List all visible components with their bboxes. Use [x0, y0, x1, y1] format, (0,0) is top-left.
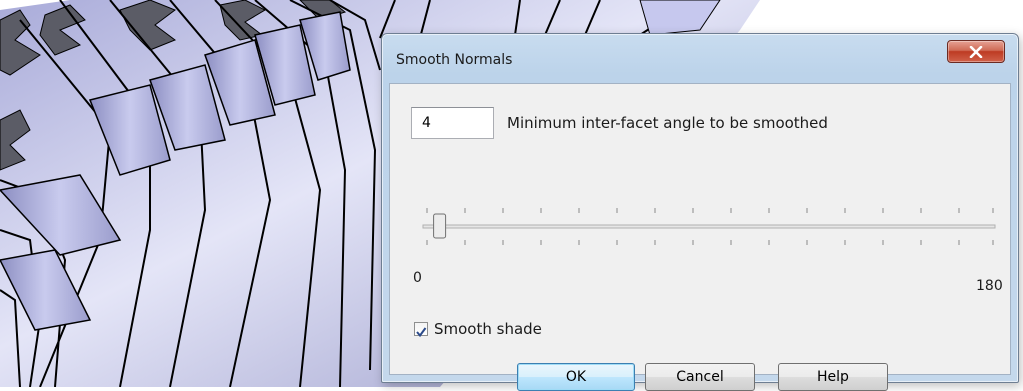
slider-min-label: 0 — [413, 270, 422, 286]
angle-input[interactable]: 4 — [411, 107, 494, 139]
close-button[interactable] — [947, 40, 1005, 63]
angle-label: Minimum inter-facet angle to be smoothed — [507, 114, 828, 132]
checkmark-icon — [416, 327, 427, 338]
slider-ticks-top — [426, 208, 994, 213]
slider-track — [422, 224, 996, 229]
slider-max-label: 180 — [976, 278, 1003, 294]
slider-thumb[interactable] — [433, 213, 447, 239]
dialog-client-area: 4 Minimum inter-facet angle to be smooth… — [389, 83, 1011, 391]
smooth-normals-dialog: Smooth Normals 4 Minimum inter-facet ang… — [381, 33, 1019, 391]
dialog-title: Smooth Normals — [396, 52, 513, 68]
smooth-shade-label: Smooth shade — [434, 320, 542, 338]
smooth-shade-checkbox[interactable] — [414, 322, 428, 338]
close-x-icon — [969, 45, 983, 58]
slider-ticks-bottom — [426, 240, 994, 245]
angle-slider[interactable] — [421, 204, 999, 254]
